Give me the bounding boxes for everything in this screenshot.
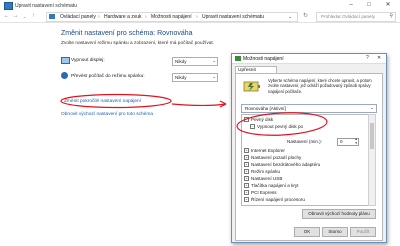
dialog-description: Vyberte schéma napájení, které chcete up… (268, 78, 372, 94)
tree-item-setting: Nastavení (min.): (287, 139, 322, 144)
dialog-title: Možnosti napájení (243, 56, 284, 62)
collapse-icon[interactable]: − (250, 124, 255, 130)
tree-item[interactable]: + Nastavení USB (244, 176, 283, 182)
display-off-label: Vypnout displej: (71, 58, 105, 63)
tree-item-label: Nastavení pozadí plochy (251, 155, 302, 160)
collapse-icon[interactable]: − (244, 117, 249, 123)
address-box[interactable]: Ovládací panely › Hardware a zvuk › Možn… (46, 12, 298, 22)
tree-item-label: Nastavení USB (251, 176, 283, 181)
control-panel-icon (4, 2, 13, 10)
ok-button[interactable]: OK (294, 227, 320, 237)
sleep-select[interactable]: Nikdy ⌄ (172, 73, 218, 82)
tree-item[interactable]: + Internet Explorer (244, 148, 285, 154)
chevron-down-icon: ⌄ (212, 58, 216, 63)
plan-value: Rovnováha [Aktivní] (245, 106, 286, 111)
breadcrumb-separator: › (98, 14, 100, 20)
help-button[interactable]: ? (366, 55, 369, 61)
refresh-icon[interactable]: ↻ (302, 13, 309, 20)
search-icon: ⚲ (389, 13, 393, 19)
tree-item[interactable]: + Nastavení bezdrátového adaptéru (244, 162, 321, 168)
tree-item[interactable]: − Pevný disk (244, 117, 274, 123)
expand-icon[interactable]: + (244, 176, 249, 182)
sleep-label: Převést počítač do režimu spánku: (71, 74, 145, 79)
power-plan-icon (242, 79, 262, 95)
dialog-title-bar: Možnosti napájení ? ✕ (232, 54, 386, 64)
settings-panel: Vyberte schéma napájení, které chcete up… (235, 73, 383, 241)
plan-select[interactable]: Rovnováha [Aktivní] ⌄ (241, 104, 377, 113)
display-off-select[interactable]: Nikdy ⌄ (172, 57, 218, 66)
advanced-settings-link[interactable]: Změnit pokročilé nastavení napájení (64, 99, 141, 104)
tree-item[interactable]: − Vypnout pevný disk po (250, 124, 304, 130)
scrollbar-thumb[interactable] (370, 123, 374, 149)
search-input[interactable]: Prohledat Ovládací panely ⚲ (316, 12, 396, 22)
dialog-close-button[interactable]: ✕ (377, 55, 381, 61)
sleep-value: Nikdy (175, 75, 187, 80)
tree-item-label: Tlačítka napájení a kryt (251, 183, 299, 188)
tree-item-label: Nastavení bezdrátového adaptéru (251, 162, 321, 167)
window-title: Upravit nastavení schématu (15, 3, 77, 9)
cancel-button[interactable]: Storno (322, 227, 348, 237)
expand-icon[interactable]: + (244, 197, 249, 203)
tree-item[interactable]: + Tlačítka napájení a kryt (244, 183, 299, 189)
tree-item[interactable]: + Režim spánku (244, 169, 281, 175)
page-subheading: Zvolte nastavení režimu spánku a zobraze… (61, 41, 215, 46)
tree-scrollbar[interactable] (368, 114, 376, 206)
chevron-down-icon: ⌄ (370, 105, 374, 110)
breadcrumb-separator: › (196, 14, 198, 20)
minimize-button[interactable]: – (344, 0, 358, 10)
moon-icon (61, 72, 68, 79)
spin-arrows-icon[interactable]: ▴ ▾ (355, 137, 357, 145)
minutes-spinner[interactable]: 0 ▴ ▾ (337, 137, 359, 146)
tree-item-label: Vypnout pevný disk po (257, 124, 304, 129)
expand-icon[interactable]: + (244, 190, 249, 196)
tree-item-label: Internet Explorer (251, 148, 285, 153)
expand-icon[interactable]: + (244, 155, 249, 161)
address-bar-row: ← → ⌄ ↑ Ovládací panely › Hardware a zvu… (0, 11, 400, 23)
tree-item[interactable]: + Řízení napájení procesoru (244, 197, 305, 203)
tree-item[interactable]: + Nastavení pozadí plochy (244, 155, 302, 161)
display-off-value: Nikdy (175, 59, 187, 64)
page-heading: Změnit nastavení pro schéma: Rovnováha (61, 30, 193, 37)
breadcrumb-hardware-sound[interactable]: Hardware a zvuk (104, 14, 142, 20)
breadcrumb-edit-plan[interactable]: Upravit nastavení schématu (202, 14, 264, 20)
tree-item-label: PCI Express (251, 190, 277, 195)
search-placeholder: Prohledat Ovládací panely (321, 14, 375, 19)
recent-chevron-icon[interactable]: ⌄ (21, 13, 28, 20)
minutes-value: 0 (340, 139, 343, 144)
restore-defaults-link[interactable]: Obnovit výchozí nastavení pro toto schém… (61, 112, 153, 117)
expand-icon[interactable]: + (244, 169, 249, 175)
up-arrow-icon[interactable]: ↑ (30, 13, 37, 20)
expand-icon[interactable]: + (244, 183, 249, 189)
tree-item-label: Režim spánku (251, 169, 281, 174)
tree-item[interactable]: + PCI Express (244, 190, 277, 196)
maximize-button[interactable]: □ (362, 0, 376, 10)
back-arrow-icon[interactable]: ← (3, 13, 10, 20)
expand-icon[interactable]: + (244, 162, 249, 168)
expand-icon[interactable]: + (244, 148, 249, 154)
breadcrumb-separator: › (145, 14, 147, 20)
power-options-dialog: Možnosti napájení ? ✕ Upřesnit nastavení… (231, 53, 387, 243)
address-dropdown-icon[interactable]: ⌄ (288, 14, 292, 20)
tree-item-label: Nastavení (min.): (287, 139, 322, 144)
breadcrumb-control-panel[interactable]: Ovládací panely (60, 14, 96, 20)
forward-arrow-icon[interactable]: → (12, 13, 19, 20)
chevron-down-icon: ⌄ (212, 74, 216, 79)
monitor-icon (61, 57, 70, 64)
close-button[interactable]: ✕ (381, 0, 395, 10)
tree-item-label: Pevný disk (251, 117, 274, 122)
tree-item-label: Řízení napájení procesoru (251, 197, 305, 202)
breadcrumb-power-options[interactable]: Možnosti napájení (151, 14, 192, 20)
apply-button[interactable]: Použít (350, 227, 376, 237)
restore-plan-defaults-button[interactable]: Obnovit výchozí hodnoty plánu (302, 209, 376, 219)
settings-tree[interactable]: − Pevný disk − Vypnout pevný disk po Nasta… (241, 114, 370, 206)
battery-icon (235, 56, 241, 61)
control-panel-small-icon (49, 14, 55, 19)
